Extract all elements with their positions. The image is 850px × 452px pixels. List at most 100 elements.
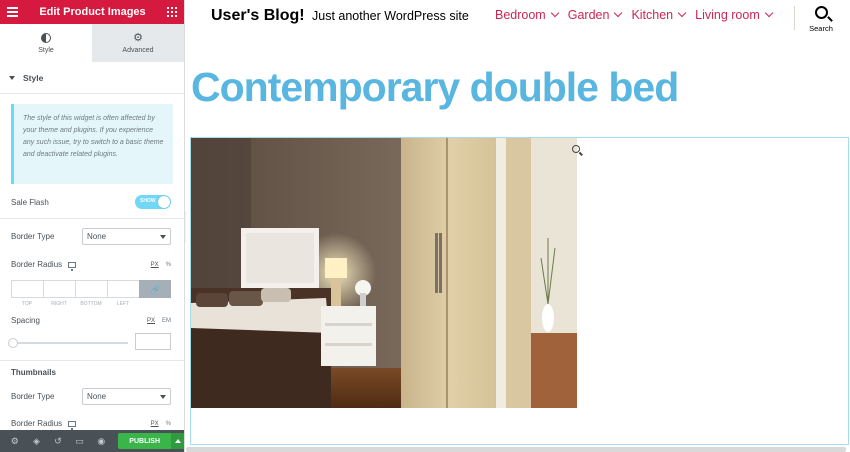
- dim-label-right: RIGHT: [51, 301, 67, 307]
- nav-label: Kitchen: [631, 8, 674, 22]
- unit-percent[interactable]: %: [166, 421, 171, 427]
- radius-right-input[interactable]: [43, 280, 75, 298]
- tab-style-label: Style: [38, 47, 54, 54]
- bedroom-photo: [191, 138, 577, 408]
- navigator-button[interactable]: ◈: [26, 430, 48, 452]
- border-type-select[interactable]: None: [82, 228, 171, 245]
- sale-flash-control: Sale Flash SHOW: [0, 195, 184, 209]
- toggle-knob: [158, 196, 170, 208]
- thumb-border-type-control: Border Type None: [0, 388, 184, 405]
- preview-button[interactable]: ◉: [91, 430, 113, 452]
- unit-percent[interactable]: %: [166, 262, 171, 268]
- dimension-labels: TOP RIGHT BOTTOM LEFT: [11, 301, 139, 307]
- border-type-label: Border Type: [11, 232, 55, 241]
- dim-label-bottom: BOTTOM: [80, 301, 102, 307]
- page-title: Contemporary double bed: [191, 64, 679, 110]
- tab-style[interactable]: Style: [0, 24, 92, 62]
- sale-flash-toggle[interactable]: SHOW: [135, 195, 171, 209]
- responsive-monitor-icon[interactable]: [68, 261, 77, 271]
- nav-item-bedroom[interactable]: Bedroom: [495, 8, 559, 22]
- dropdown-arrow-icon: [160, 394, 166, 399]
- menu-icon[interactable]: [7, 7, 18, 17]
- nav-label: Living room: [695, 8, 760, 22]
- thumb-border-type-value: None: [87, 392, 107, 401]
- panel-footer: ⚙ ◈ ↺ ▭ ◉ PUBLISH: [0, 430, 184, 452]
- dim-label-top: TOP: [21, 301, 33, 307]
- widgets-grid-icon[interactable]: [166, 7, 177, 17]
- panel-header: Edit Product Images: [0, 0, 184, 24]
- unit-em[interactable]: EM: [162, 318, 171, 324]
- divider: [0, 360, 184, 361]
- search-label: Search: [809, 24, 833, 33]
- link-icon: 🔗: [150, 284, 160, 294]
- unit-px[interactable]: PX: [147, 318, 155, 324]
- publish-button[interactable]: PUBLISH: [118, 433, 172, 449]
- half-circle-icon: [41, 33, 51, 43]
- chevron-down-icon: [764, 8, 774, 18]
- border-type-control: Border Type None: [0, 228, 184, 245]
- tab-advanced[interactable]: ⚙ Advanced: [92, 24, 184, 62]
- nav-item-kitchen[interactable]: Kitchen: [631, 8, 687, 22]
- sale-flash-toggle-text: SHOW: [140, 198, 156, 204]
- thumb-border-type-label: Border Type: [11, 392, 55, 401]
- spacing-input[interactable]: [135, 333, 171, 350]
- site-preview: User's Blog! Just another WordPress site…: [186, 0, 850, 452]
- spacing-slider[interactable]: [8, 338, 128, 348]
- sale-flash-label: Sale Flash: [11, 197, 49, 207]
- slider-rail: [11, 342, 128, 344]
- search-icon: [814, 6, 828, 19]
- nav-item-living-room[interactable]: Living room: [695, 8, 774, 22]
- border-type-value: None: [87, 232, 107, 241]
- style-notice: The style of this widget is often affect…: [11, 104, 173, 184]
- site-tagline: Just another WordPress site: [312, 9, 469, 23]
- site-title[interactable]: User's Blog!: [211, 7, 305, 25]
- dim-label-left: LEFT: [116, 301, 130, 307]
- chevron-down-icon: [614, 8, 623, 18]
- border-radius-dimensions: 🔗: [11, 280, 171, 298]
- radius-left-input[interactable]: [107, 280, 139, 298]
- tab-advanced-label: Advanced: [122, 47, 154, 54]
- panel-title: Edit Product Images: [39, 6, 146, 18]
- gear-icon: ⚙: [10, 435, 19, 446]
- border-radius-control: Border Radius PX %: [0, 260, 184, 271]
- settings-button[interactable]: ⚙: [4, 430, 26, 452]
- nav-divider: [794, 6, 795, 30]
- responsive-mode-button[interactable]: ▭: [69, 430, 91, 452]
- unit-px[interactable]: PX: [151, 262, 159, 268]
- editor-panel: Edit Product Images Style ⚙ Advanced Sty…: [0, 0, 185, 452]
- chevron-down-icon: [677, 8, 687, 18]
- horizontal-scrollbar[interactable]: [186, 447, 846, 452]
- site-header: User's Blog! Just another WordPress site…: [186, 0, 850, 45]
- border-radius-label: Border Radius: [11, 260, 63, 269]
- monitor-icon: ▭: [75, 435, 84, 446]
- radius-top-input[interactable]: [11, 280, 43, 298]
- nav-label: Bedroom: [495, 8, 546, 22]
- divider: [0, 218, 184, 219]
- slider-thumb[interactable]: [8, 338, 18, 348]
- publish-options-button[interactable]: [171, 433, 184, 449]
- thumbnails-label: Thumbnails: [11, 368, 56, 377]
- panel-body: Style The style of this widget is often …: [0, 62, 184, 430]
- section-style-label: Style: [23, 72, 44, 83]
- layers-icon: ◈: [32, 435, 40, 446]
- responsive-monitor-icon[interactable]: [68, 420, 77, 430]
- thumb-border-radius-label: Border Radius: [11, 419, 63, 428]
- product-images-widget[interactable]: [190, 137, 849, 445]
- nav-label: Garden: [567, 8, 610, 22]
- thumb-border-radius-control: Border Radius PX %: [0, 419, 184, 430]
- zoom-icon[interactable]: [572, 145, 580, 153]
- radius-bottom-input[interactable]: [75, 280, 107, 298]
- unit-px[interactable]: PX: [151, 421, 159, 427]
- thumb-border-type-select[interactable]: None: [82, 388, 171, 405]
- caret-down-icon: [9, 75, 15, 80]
- caret-up-icon: [175, 439, 182, 443]
- primary-nav: Bedroom Garden Kitchen Living room: [495, 8, 774, 22]
- gear-icon: ⚙: [133, 31, 143, 44]
- link-values-button[interactable]: 🔗: [139, 280, 171, 298]
- product-image[interactable]: [191, 138, 577, 408]
- history-button[interactable]: ↺: [47, 430, 69, 452]
- spacing-label: Spacing: [11, 316, 40, 325]
- section-style-toggle[interactable]: Style: [0, 62, 184, 94]
- nav-item-garden[interactable]: Garden: [567, 8, 623, 22]
- search-toggle[interactable]: Search: [806, 6, 836, 33]
